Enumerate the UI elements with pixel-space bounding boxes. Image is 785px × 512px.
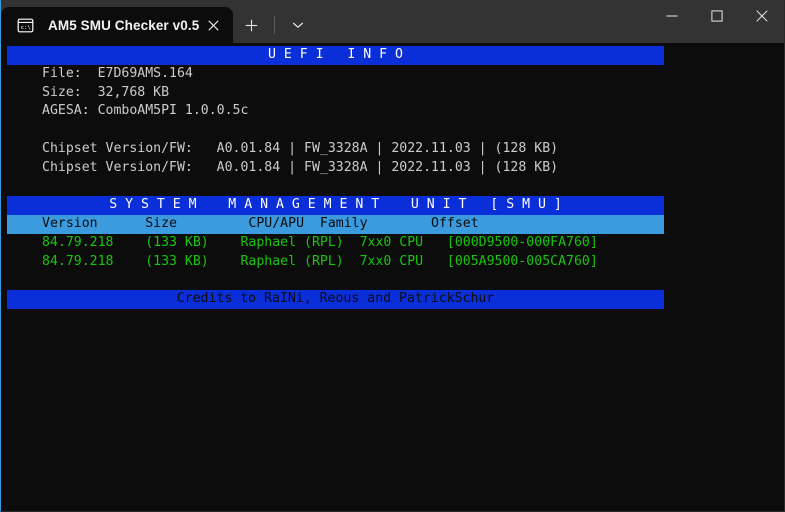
tab-strip: c:\ AM5 SMU Checker v0.5 [1, 0, 316, 43]
smu-row: 84.79.218 (133 KB) Raphael (RPL) 7xx0 CP… [42, 253, 598, 269]
svg-text:c:\: c:\ [21, 25, 31, 31]
terminal-content[interactable]: U E F I I N F O File: E7D69AMS.164 Size:… [1, 43, 784, 511]
tab-title: AM5 SMU Checker v0.5 [48, 17, 200, 33]
terminal-window: c:\ AM5 SMU Checker v0.5 U E F I I N F O… [0, 0, 785, 512]
window-controls [649, 0, 784, 43]
uefi-size-line: Size: 32,768 KB [42, 84, 170, 100]
tab-dropdown-button[interactable] [280, 7, 316, 43]
minimize-icon [666, 10, 678, 22]
title-bar: c:\ AM5 SMU Checker v0.5 [1, 0, 784, 43]
close-icon [755, 10, 768, 22]
chipset-line-2: Chipset Version/FW: A0.01.84 | FW_3328A … [42, 159, 559, 175]
smu-row: 84.79.218 (133 KB) Raphael (RPL) 7xx0 CP… [42, 234, 598, 250]
smu-header: S Y S T E M M A N A G E M E N T U N I T … [7, 196, 664, 216]
uefi-info-header: U E F I I N F O [7, 46, 664, 65]
console-icon: c:\ [17, 17, 34, 34]
credits-bar: Credits to RaINi, Reous and PatrickSchur [7, 290, 664, 310]
plus-icon [245, 19, 258, 32]
uefi-agesa-line: AGESA: ComboAM5PI 1.0.0.5c [42, 103, 249, 119]
uefi-file-line: File: E7D69AMS.164 [42, 65, 193, 81]
chipset-line-1: Chipset Version/FW: A0.01.84 | FW_3328A … [42, 140, 559, 156]
new-tab-button[interactable] [233, 7, 269, 43]
minimize-button[interactable] [649, 0, 694, 32]
close-button[interactable] [739, 0, 784, 32]
smu-column-headers: Version Size CPU/APU Family Offset [7, 215, 664, 234]
tab-strip-divider [274, 16, 276, 34]
tab-am5-smu-checker[interactable]: c:\ AM5 SMU Checker v0.5 [1, 7, 234, 43]
maximize-button[interactable] [694, 0, 739, 32]
maximize-icon [710, 10, 723, 22]
tab-close-icon[interactable] [199, 11, 227, 39]
chevron-down-icon [292, 21, 304, 29]
